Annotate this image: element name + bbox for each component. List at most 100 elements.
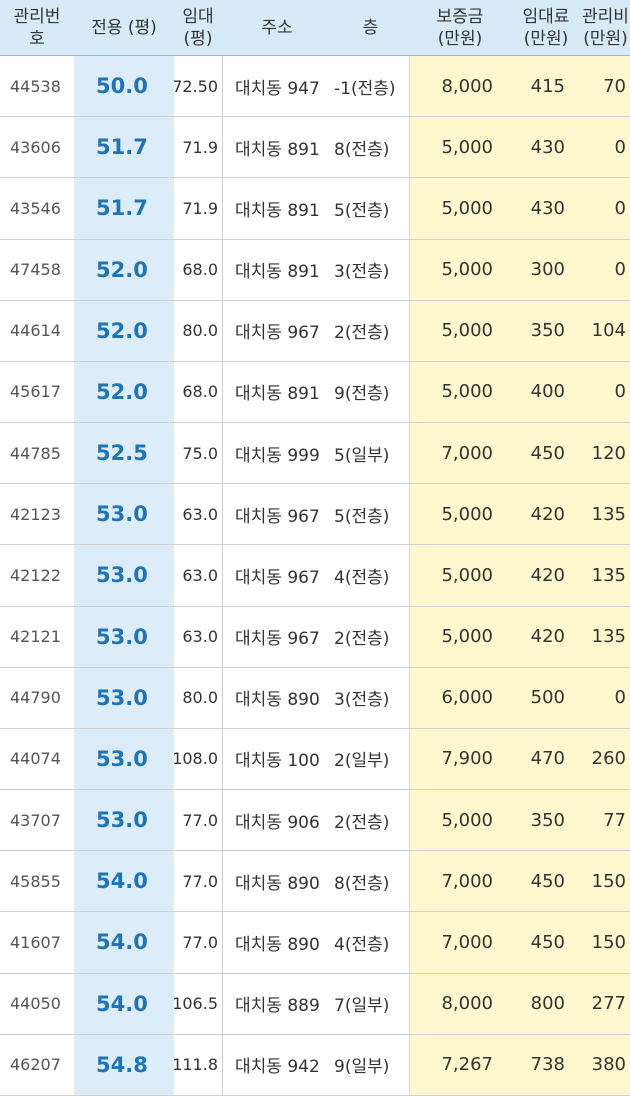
- cell-rent[interactable]: 420: [511, 484, 581, 546]
- cell-lease[interactable]: 68.0: [174, 239, 222, 301]
- header-rent[interactable]: 임대료 (만원): [511, 0, 581, 56]
- cell-area[interactable]: 54.0: [74, 973, 174, 1035]
- cell-id[interactable]: 42122: [0, 545, 74, 607]
- cell-address[interactable]: 대치동 999: [222, 423, 332, 485]
- cell-rent[interactable]: 738: [511, 1034, 581, 1096]
- cell-rent[interactable]: 450: [511, 851, 581, 913]
- cell-floor[interactable]: -1(전층): [332, 56, 409, 118]
- cell-floor[interactable]: 2(전층): [332, 790, 409, 852]
- cell-floor[interactable]: 2(전층): [332, 607, 409, 668]
- cell-id[interactable]: 44050: [0, 974, 74, 1035]
- cell-rent[interactable]: 415: [511, 56, 581, 118]
- cell-deposit[interactable]: 7,000: [409, 851, 511, 913]
- cell-area[interactable]: 53.0: [74, 667, 174, 729]
- cell-id[interactable]: 41607: [0, 912, 74, 974]
- cell-fee[interactable]: 70: [581, 56, 630, 118]
- cell-deposit[interactable]: 6,000: [409, 667, 511, 729]
- cell-id[interactable]: 42121: [0, 607, 74, 668]
- header-floor[interactable]: 층: [332, 0, 409, 56]
- cell-floor[interactable]: 9(일부): [332, 1035, 409, 1096]
- cell-fee[interactable]: 0: [581, 178, 630, 240]
- cell-deposit[interactable]: 5,000: [409, 361, 511, 424]
- cell-deposit[interactable]: 5,000: [409, 239, 511, 301]
- cell-floor[interactable]: 3(전층): [332, 240, 409, 301]
- cell-floor[interactable]: 7(일부): [332, 974, 409, 1035]
- cell-deposit[interactable]: 5,000: [409, 300, 511, 362]
- cell-area[interactable]: 52.5: [74, 423, 174, 485]
- cell-fee[interactable]: 150: [581, 851, 630, 913]
- cell-floor[interactable]: 8(전층): [332, 117, 409, 179]
- cell-fee[interactable]: 120: [581, 423, 630, 485]
- cell-rent[interactable]: 450: [511, 423, 581, 485]
- cell-floor[interactable]: 2(전층): [332, 301, 409, 362]
- cell-lease[interactable]: 80.0: [174, 300, 222, 362]
- cell-deposit[interactable]: 7,900: [409, 728, 511, 791]
- cell-deposit[interactable]: 5,000: [409, 545, 511, 607]
- cell-area[interactable]: 52.0: [74, 361, 174, 424]
- cell-deposit[interactable]: 5,000: [409, 790, 511, 852]
- cell-id[interactable]: 42123: [0, 484, 74, 546]
- cell-address[interactable]: 대치동 889: [222, 973, 332, 1035]
- cell-fee[interactable]: 0: [581, 239, 630, 301]
- cell-lease[interactable]: 77.0: [174, 851, 222, 913]
- cell-address[interactable]: 대치동 891: [222, 239, 332, 301]
- cell-floor[interactable]: 8(전층): [332, 851, 409, 913]
- cell-lease[interactable]: 63.0: [174, 606, 222, 668]
- cell-address[interactable]: 대치동 891: [222, 361, 332, 424]
- cell-address[interactable]: 대치동 967: [222, 606, 332, 668]
- cell-id[interactable]: 47458: [0, 240, 74, 301]
- header-area[interactable]: 전용 (평): [74, 0, 174, 56]
- cell-address[interactable]: 대치동 947: [222, 56, 332, 118]
- cell-area[interactable]: 50.0: [74, 56, 174, 118]
- header-deposit[interactable]: 보증금 (만원): [409, 0, 511, 56]
- cell-deposit[interactable]: 7,000: [409, 423, 511, 485]
- cell-rent[interactable]: 420: [511, 606, 581, 668]
- cell-fee[interactable]: 135: [581, 484, 630, 546]
- cell-deposit[interactable]: 8,000: [409, 56, 511, 118]
- cell-rent[interactable]: 350: [511, 790, 581, 852]
- cell-id[interactable]: 43546: [0, 178, 74, 240]
- cell-rent[interactable]: 400: [511, 361, 581, 424]
- cell-address[interactable]: 대치동 967: [222, 545, 332, 607]
- cell-fee[interactable]: 150: [581, 912, 630, 974]
- cell-lease[interactable]: 77.0: [174, 790, 222, 852]
- cell-rent[interactable]: 800: [511, 973, 581, 1035]
- cell-fee[interactable]: 0: [581, 117, 630, 179]
- cell-fee[interactable]: 135: [581, 545, 630, 607]
- cell-floor[interactable]: 9(전층): [332, 362, 409, 424]
- cell-floor[interactable]: 5(전층): [332, 178, 409, 240]
- cell-lease[interactable]: 108.0: [174, 728, 222, 791]
- cell-area[interactable]: 51.7: [74, 178, 174, 240]
- cell-deposit[interactable]: 5,000: [409, 606, 511, 668]
- header-fee[interactable]: 관리비 (만원): [581, 0, 630, 56]
- header-lease[interactable]: 임대 (평): [174, 0, 222, 56]
- cell-rent[interactable]: 420: [511, 545, 581, 607]
- cell-area[interactable]: 51.7: [74, 117, 174, 179]
- cell-area[interactable]: 52.0: [74, 300, 174, 362]
- cell-floor[interactable]: 4(전층): [332, 545, 409, 607]
- header-id[interactable]: 관리번 호: [0, 0, 74, 56]
- cell-id[interactable]: 45855: [0, 851, 74, 913]
- cell-id[interactable]: 45617: [0, 362, 74, 424]
- cell-area[interactable]: 53.0: [74, 728, 174, 791]
- cell-area[interactable]: 54.0: [74, 912, 174, 974]
- cell-fee[interactable]: 104: [581, 300, 630, 362]
- cell-id[interactable]: 43707: [0, 790, 74, 852]
- cell-lease[interactable]: 68.0: [174, 361, 222, 424]
- cell-id[interactable]: 43606: [0, 117, 74, 179]
- cell-fee[interactable]: 0: [581, 361, 630, 424]
- cell-deposit[interactable]: 8,000: [409, 973, 511, 1035]
- cell-id[interactable]: 44538: [0, 56, 74, 118]
- cell-fee[interactable]: 0: [581, 667, 630, 729]
- cell-rent[interactable]: 450: [511, 912, 581, 974]
- cell-rent[interactable]: 350: [511, 300, 581, 362]
- cell-id[interactable]: 46207: [0, 1035, 74, 1096]
- cell-fee[interactable]: 380: [581, 1034, 630, 1096]
- cell-address[interactable]: 대치동 890: [222, 912, 332, 974]
- cell-address[interactable]: 대치동 967: [222, 300, 332, 362]
- cell-area[interactable]: 53.0: [74, 790, 174, 852]
- cell-id[interactable]: 44785: [0, 423, 74, 485]
- cell-fee[interactable]: 260: [581, 728, 630, 791]
- cell-address[interactable]: 대치동 906: [222, 790, 332, 852]
- cell-fee[interactable]: 77: [581, 790, 630, 852]
